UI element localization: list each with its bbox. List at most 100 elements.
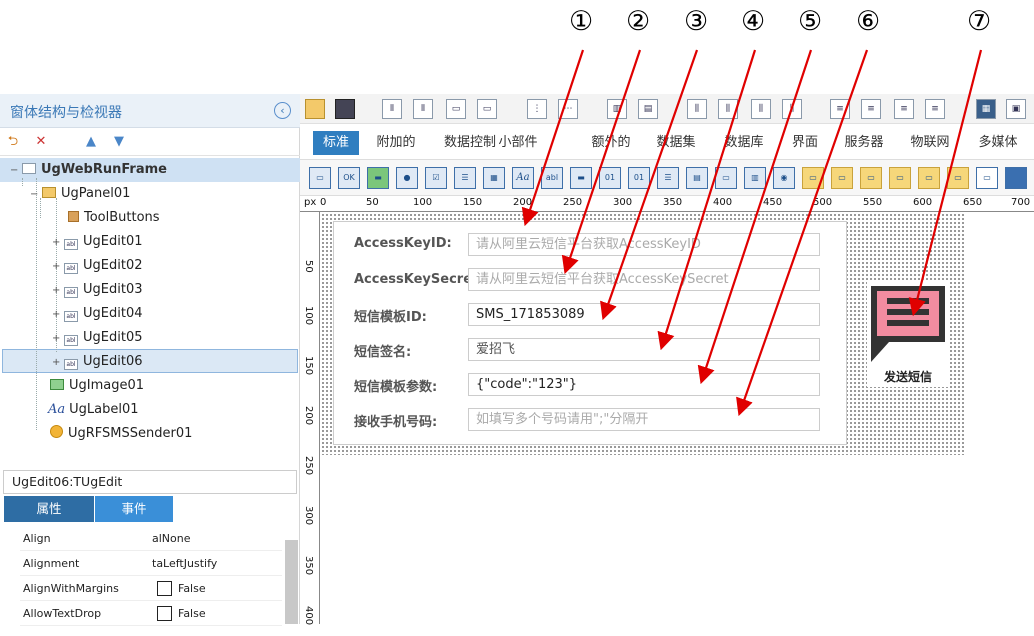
checkbox[interactable] (157, 606, 172, 621)
tree-node[interactable]: UgRFSMSSender01 (50, 423, 192, 445)
tree-node[interactable]: UgImage01 (50, 375, 144, 397)
same-height-icon[interactable]: ▤ (638, 99, 658, 119)
tree-node[interactable]: ToolButtons (68, 207, 160, 229)
tree-node[interactable]: + abl UgEdit03 (52, 279, 142, 301)
tree-node[interactable]: − UgPanel01 (30, 183, 130, 205)
tab-events[interactable]: 事件 (95, 496, 173, 522)
template-param-input[interactable]: {"code":"123"} (468, 373, 820, 396)
component-icon[interactable]: 01 (628, 167, 650, 189)
center-h-icon[interactable]: ⋮ (527, 99, 547, 119)
edit-component-icon[interactable]: abl (541, 167, 563, 189)
center-v-icon[interactable]: ⋯ (558, 99, 578, 119)
component-icon[interactable]: ▭ (802, 167, 824, 189)
component-icon[interactable]: ▭ (889, 167, 911, 189)
access-key-secret-input[interactable]: 请从阿里云短信平台获取AccessKeySecret (468, 268, 820, 291)
space-v3-icon[interactable]: ≡ (894, 99, 914, 119)
field-label: 短信模板ID: (354, 310, 427, 325)
property-row[interactable]: AllowTextDrop False (20, 601, 282, 626)
annotation-7: ⑦ (967, 6, 992, 37)
delete-node-icon[interactable]: ✕ (32, 133, 50, 150)
tab-datasets[interactable]: 数据集 (650, 131, 702, 155)
space-v-icon[interactable]: ≡ (830, 99, 850, 119)
tab-additional[interactable]: 附加的 (370, 131, 422, 155)
grid-component-icon[interactable]: ▦ (483, 167, 505, 189)
space-h-icon[interactable]: ⫼ (687, 99, 707, 119)
component-icon[interactable]: ▭ (715, 167, 737, 189)
property-row[interactable]: Align alNone (20, 526, 282, 551)
space-h2-icon[interactable]: ⫼ (718, 99, 738, 119)
move-up-icon[interactable]: ▲ (82, 133, 100, 150)
checkbox[interactable] (157, 581, 172, 596)
component-icon[interactable]: ▭ (918, 167, 940, 189)
tab-properties[interactable]: 属性 (4, 496, 94, 522)
tab-multimedia[interactable]: 多媒体 (972, 131, 1024, 155)
save-icon[interactable] (335, 99, 355, 119)
tree-node[interactable]: + abl UgEdit05 (52, 327, 142, 349)
component-icon[interactable]: ◉ (773, 167, 795, 189)
space-v2-icon[interactable]: ≡ (861, 99, 881, 119)
label-component-icon[interactable]: Aa (512, 167, 534, 189)
form-panel[interactable]: AccessKeyID: 请从阿里云短信平台获取AccessKeyID Acce… (333, 221, 847, 445)
component-icon[interactable]: ▭ (976, 167, 998, 189)
add-node-icon[interactable]: ⮌ (4, 133, 22, 150)
send-sms-label: 发送短信 (883, 370, 932, 384)
component-icon[interactable] (1005, 167, 1027, 189)
space-h3-icon[interactable]: ⫼ (751, 99, 771, 119)
collapse-icon[interactable]: ‹ (274, 102, 291, 119)
tab-standard[interactable]: 标准 (313, 131, 359, 155)
component-icon[interactable]: ▭ (860, 167, 882, 189)
component-icon[interactable]: ▭ (831, 167, 853, 189)
space-v4-icon[interactable]: ≡ (925, 99, 945, 119)
ruler-tick: 250 (563, 197, 583, 208)
tree-node[interactable]: + abl UgEdit02 (52, 255, 142, 277)
template-id-input[interactable]: SMS_171853089 (468, 303, 820, 326)
ruler-tick: 350 (303, 556, 314, 576)
tree-node[interactable]: + abl UgEdit01 (52, 231, 142, 253)
ruler-tick: 150 (463, 197, 483, 208)
component-icon[interactable]: ▬ (367, 167, 389, 189)
ruler-tick: 300 (303, 506, 314, 526)
send-sms-button[interactable]: 发送短信 (867, 282, 949, 387)
tab-extra[interactable]: 额外的 (585, 131, 637, 155)
move-down-icon[interactable]: ▼ (110, 133, 128, 150)
tab-widgets[interactable]: 小部件 (492, 131, 544, 155)
tree-node[interactable]: + abl UgEdit06 (52, 351, 142, 373)
ruler-tick: 50 (303, 260, 314, 273)
component-icon[interactable]: ▬ (570, 167, 592, 189)
tab-server[interactable]: 服务器 (838, 131, 890, 155)
component-icon[interactable]: ▭ (309, 167, 331, 189)
grid-icon[interactable]: ▦ (976, 99, 996, 119)
component-icon[interactable]: ▤ (686, 167, 708, 189)
component-palette-tabs: 标准 附加的 数据控制 小部件 额外的 数据集 数据库 界面 服务器 物联网 多… (300, 124, 1034, 160)
align-top-icon[interactable]: ▭ (446, 99, 466, 119)
tab-database[interactable]: 数据库 (718, 131, 770, 155)
property-row[interactable]: Alignment taLeftJustify (20, 551, 282, 576)
radio-icon[interactable]: ● (396, 167, 418, 189)
list-icon[interactable]: ☰ (454, 167, 476, 189)
layout-icon[interactable]: ▣ (1006, 99, 1026, 119)
align-right-icon[interactable]: ⫴ (413, 99, 433, 119)
component-icon[interactable]: OK (338, 167, 360, 189)
tab-interface[interactable]: 界面 (786, 131, 824, 155)
property-row[interactable]: AlignWithMargins False (20, 576, 282, 601)
sms-sender-icon (50, 425, 63, 438)
property-scrollbar[interactable] (285, 540, 298, 624)
tree-node[interactable]: Aa UgLabel01 (48, 399, 139, 421)
tree-node[interactable]: + abl UgEdit04 (52, 303, 142, 325)
component-icon[interactable]: ▥ (744, 167, 766, 189)
tree-node-root[interactable]: − UgWebRunFrame (10, 159, 167, 181)
access-key-id-input[interactable]: 请从阿里云短信平台获取AccessKeyID (468, 233, 820, 256)
open-icon[interactable] (305, 99, 325, 119)
space-h4-icon[interactable]: ⫼ (782, 99, 802, 119)
component-icon[interactable]: 01 (599, 167, 621, 189)
checkbox-icon[interactable]: ☑ (425, 167, 447, 189)
memo-icon[interactable]: ☰ (657, 167, 679, 189)
align-left-icon[interactable]: ⫴ (382, 99, 402, 119)
component-icon[interactable]: ▭ (947, 167, 969, 189)
sign-name-input[interactable]: 爱招飞 (468, 338, 820, 361)
ruler-tick: 0 (320, 197, 327, 208)
tab-iot[interactable]: 物联网 (904, 131, 956, 155)
same-width-icon[interactable]: ▥ (607, 99, 627, 119)
align-bottom-icon[interactable]: ▭ (477, 99, 497, 119)
phone-number-input[interactable]: 如填写多个号码请用";"分隔开 (468, 408, 820, 431)
